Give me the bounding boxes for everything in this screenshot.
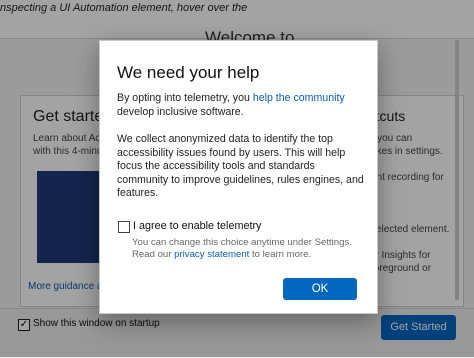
help-community-link[interactable]: help the community xyxy=(253,92,345,104)
dialog-title: We need your help xyxy=(117,63,260,82)
privacy-note-start: Read our xyxy=(132,249,175,260)
intro-text-end: develop inclusive software. xyxy=(117,105,244,118)
privacy-note-end: to learn more. xyxy=(249,249,312,260)
ok-button[interactable]: OK xyxy=(283,278,357,300)
telemetry-checkbox[interactable] xyxy=(118,221,130,233)
telemetry-dialog: We need your help By opting into telemet… xyxy=(99,40,378,314)
dialog-description: We collect anonymized data to identify t… xyxy=(117,133,364,199)
intro-text-start: By opting into telemetry, you xyxy=(117,92,253,104)
telemetry-checkbox-label[interactable]: I agree to enable telemetry xyxy=(133,220,261,232)
privacy-note: Read our privacy statement to learn more… xyxy=(132,249,311,260)
dialog-intro-text: By opting into telemetry, you help the c… xyxy=(117,92,365,119)
settings-note: You can change this choice anytime under… xyxy=(132,237,352,248)
privacy-statement-link[interactable]: privacy statement xyxy=(174,249,249,260)
